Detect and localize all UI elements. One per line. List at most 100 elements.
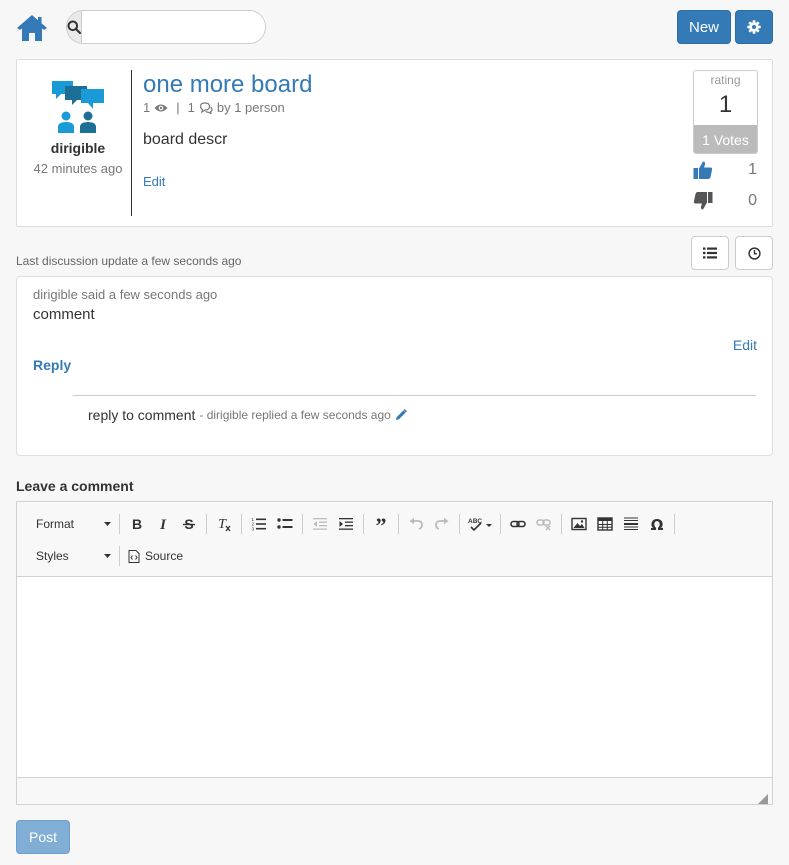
outdent-button[interactable] <box>307 512 333 536</box>
reply-item: reply to comment - dirigible replied a f… <box>88 407 407 423</box>
author-time: 42 minutes ago <box>33 161 123 176</box>
styles-label: Styles <box>36 549 69 563</box>
toolbar-separator <box>119 546 120 566</box>
list-view-button[interactable] <box>691 236 729 270</box>
indent-icon <box>339 518 353 530</box>
numbered-list-icon: 123 <box>252 517 266 531</box>
format-dropdown[interactable]: Format <box>25 512 115 536</box>
resize-handle[interactable] <box>758 791 768 804</box>
remove-format-button[interactable]: T <box>211 512 237 536</box>
indent-button[interactable] <box>333 512 359 536</box>
last-update-text: Last discussion update a few seconds ago <box>16 254 242 268</box>
toolbar-separator <box>206 514 207 534</box>
image-icon <box>571 517 587 531</box>
format-label: Format <box>36 517 75 531</box>
rating-value: 1 <box>718 91 733 118</box>
resize-icon <box>758 794 768 804</box>
settings-button[interactable] <box>735 10 773 44</box>
source-icon <box>128 549 140 563</box>
comment-edit-link[interactable]: Edit <box>733 337 757 353</box>
svg-text:B: B <box>132 517 142 531</box>
rating-label: rating <box>710 73 741 87</box>
search-box <box>66 10 266 44</box>
rich-text-editor: Format B I S T 123 <box>16 501 773 805</box>
svg-text:3: 3 <box>252 526 255 531</box>
votes-count: 1 Votes <box>694 125 757 153</box>
search-icon <box>67 20 81 34</box>
comments-panel: dirigible said a few seconds ago comment… <box>16 276 773 456</box>
undo-icon <box>409 517 423 530</box>
board-stats: 1 | 1 by 1 person <box>143 100 285 115</box>
new-board-button[interactable]: New <box>677 10 731 44</box>
toolbar-separator <box>119 514 120 534</box>
italic-icon: I <box>159 517 167 531</box>
remove-format-icon: T <box>218 517 231 532</box>
divider <box>73 395 756 396</box>
comment-meta: dirigible said a few seconds ago <box>33 287 218 302</box>
pencil-icon[interactable] <box>395 409 407 421</box>
thumbs-up-icon[interactable] <box>693 160 713 180</box>
toolbar-separator <box>241 514 242 534</box>
toolbar-row: Styles Source <box>25 542 187 570</box>
strikethrough-icon: S <box>183 517 195 531</box>
bulleted-list-button[interactable] <box>272 512 298 536</box>
leave-comment-label: Leave a comment <box>16 478 134 494</box>
svg-text:Ω: Ω <box>651 517 664 531</box>
numbered-list-button[interactable]: 123 <box>246 512 272 536</box>
post-button[interactable]: Post <box>16 820 70 854</box>
strikethrough-button[interactable]: S <box>176 512 202 536</box>
toolbar-separator <box>561 514 562 534</box>
italic-button[interactable]: I <box>150 512 176 536</box>
spellcheck-button[interactable]: ABC <box>464 512 496 536</box>
home-icon[interactable] <box>16 13 48 43</box>
link-button[interactable] <box>505 512 531 536</box>
reply-link[interactable]: Reply <box>33 357 71 373</box>
unlink-button[interactable] <box>531 512 557 536</box>
editor-toolbar: Format B I S T 123 <box>17 502 772 577</box>
comments-icon <box>199 101 213 114</box>
source-button[interactable]: Source <box>124 544 187 568</box>
toolbar-separator <box>459 514 460 534</box>
author-name: dirigible <box>50 140 106 156</box>
horizontal-line-icon <box>624 517 638 530</box>
editor-content-area[interactable] <box>17 577 772 778</box>
toolbar-separator <box>500 514 501 534</box>
thumbs-down-icon[interactable] <box>693 191 713 211</box>
outdent-icon <box>313 518 327 530</box>
posts-count: 1 <box>187 100 195 115</box>
toolbar-separator <box>398 514 399 534</box>
separator: | <box>176 100 180 115</box>
divider <box>131 70 132 216</box>
omega-icon: Ω <box>651 517 664 531</box>
timeline-view-button[interactable] <box>735 236 773 270</box>
spellcheck-icon: ABC <box>468 518 492 531</box>
svg-text:”: ” <box>376 517 387 531</box>
reply-meta: - dirigible replied a few seconds ago <box>199 408 391 422</box>
downvote-count: 0 <box>748 192 757 209</box>
svg-text:I: I <box>159 517 167 531</box>
table-button[interactable] <box>592 512 618 536</box>
special-char-button[interactable]: Ω <box>644 512 670 536</box>
toolbar-separator <box>302 514 303 534</box>
gear-icon <box>747 20 761 34</box>
redo-icon <box>435 517 449 530</box>
blockquote-button[interactable]: ” <box>368 512 394 536</box>
toolbar-row: Format B I S T 123 <box>25 510 679 538</box>
undo-button[interactable] <box>403 512 429 536</box>
board-description: board descr <box>143 131 228 148</box>
image-button[interactable] <box>566 512 592 536</box>
reply-text: reply to comment <box>88 407 196 423</box>
board-title[interactable]: one more board <box>143 71 312 99</box>
chevron-down-icon <box>104 554 111 558</box>
bulleted-list-icon <box>277 518 293 529</box>
search-button[interactable] <box>67 11 82 43</box>
quote-icon: ” <box>376 517 387 531</box>
search-input[interactable] <box>82 11 265 43</box>
bold-button[interactable]: B <box>124 512 150 536</box>
horizontal-line-button[interactable] <box>618 512 644 536</box>
redo-button[interactable] <box>429 512 455 536</box>
styles-dropdown[interactable]: Styles <box>25 544 115 568</box>
avatar <box>51 78 105 134</box>
views-count: 1 <box>143 100 151 115</box>
board-edit-link[interactable]: Edit <box>143 174 165 189</box>
